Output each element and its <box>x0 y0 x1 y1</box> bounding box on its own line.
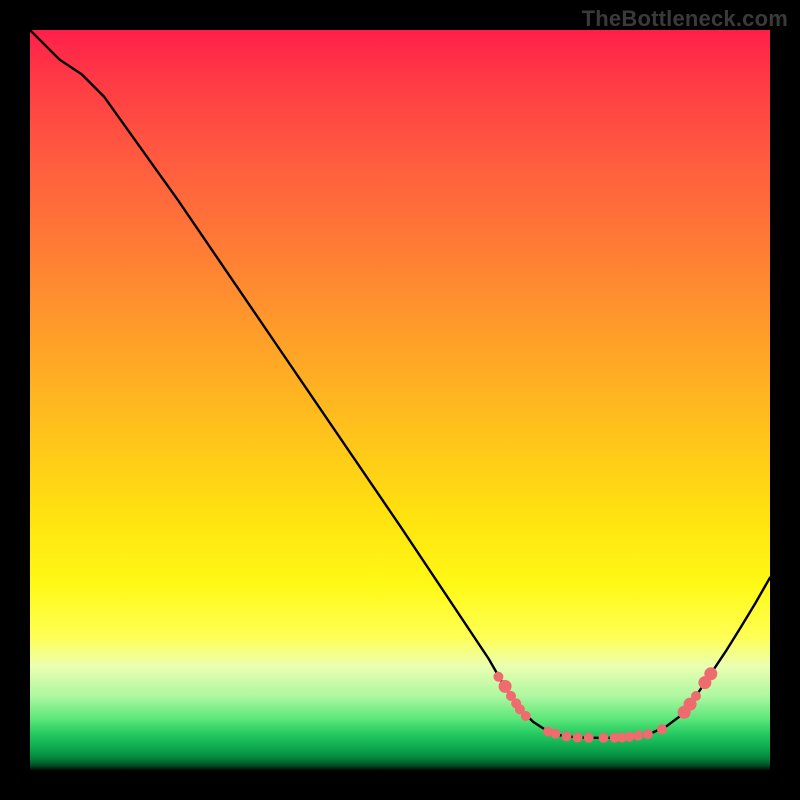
data-marker <box>657 724 667 734</box>
data-marker <box>550 729 560 739</box>
chart-frame: TheBottleneck.com <box>0 0 800 800</box>
data-marker <box>562 731 572 741</box>
data-marker <box>633 731 643 741</box>
marker-group <box>493 667 717 743</box>
data-marker <box>643 729 653 739</box>
watermark-text: TheBottleneck.com <box>582 6 788 32</box>
data-marker <box>691 691 701 701</box>
plot-area <box>30 30 770 770</box>
bottleneck-curve <box>30 30 770 738</box>
data-marker <box>521 711 531 721</box>
data-marker <box>493 672 503 682</box>
data-marker <box>704 667 717 680</box>
data-marker <box>573 732 583 742</box>
data-marker <box>499 680 512 693</box>
data-marker <box>599 733 609 743</box>
data-marker <box>624 732 634 742</box>
curve-layer <box>30 30 770 770</box>
data-marker <box>584 733 594 743</box>
